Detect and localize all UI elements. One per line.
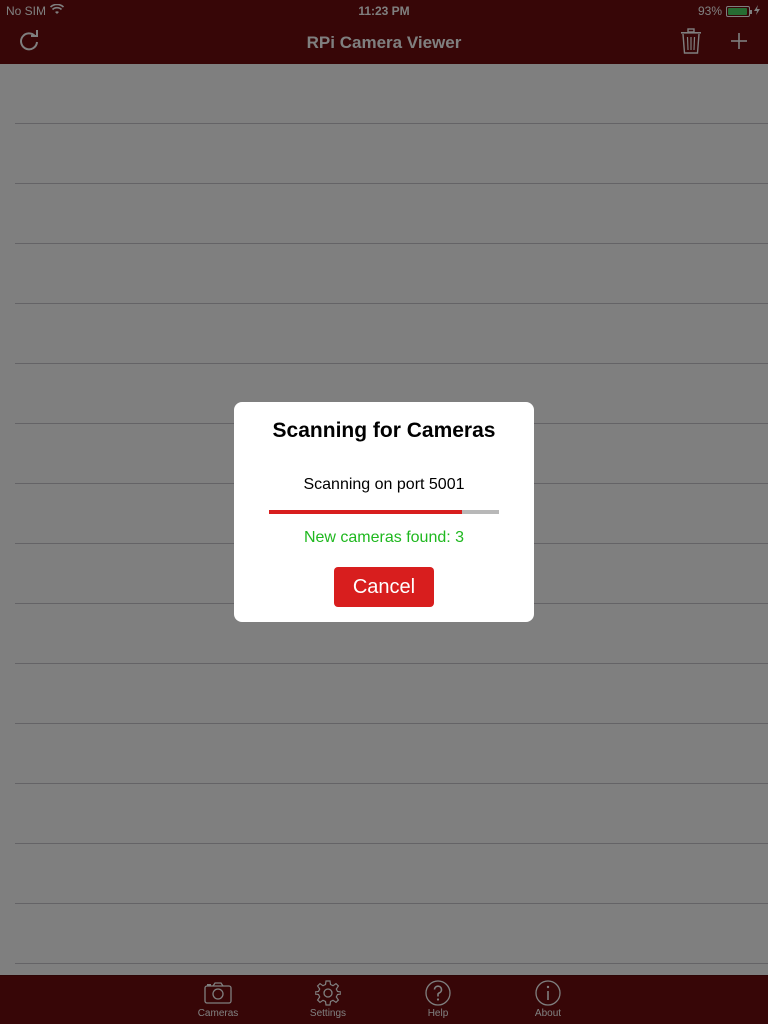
cancel-button[interactable]: Cancel xyxy=(334,567,434,607)
dialog-title: Scanning for Cameras xyxy=(272,419,496,442)
scan-status-text: Scanning on port 5001 xyxy=(303,476,465,493)
scanning-dialog: Scanning for Cameras Scanning on port 50… xyxy=(234,402,534,622)
scan-progress-fill xyxy=(269,510,463,514)
cameras-found-text: New cameras found: 3 xyxy=(303,529,465,546)
scan-progress-bar xyxy=(269,510,499,514)
